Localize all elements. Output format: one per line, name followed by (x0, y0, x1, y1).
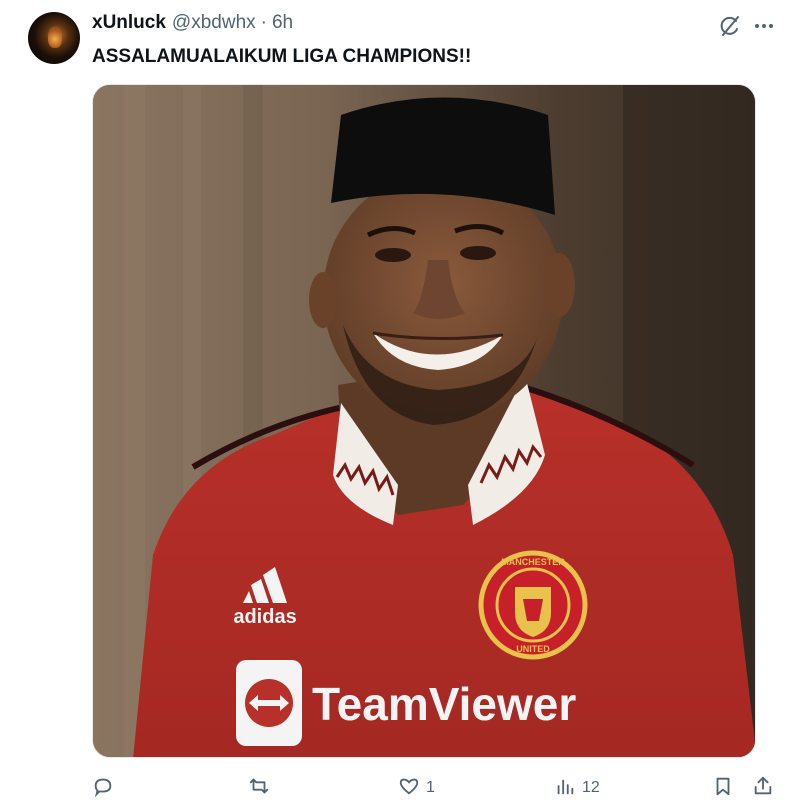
display-name[interactable]: xUnluck (92, 12, 166, 34)
reply-button[interactable] (92, 770, 120, 806)
avatar-flame (48, 26, 62, 48)
like-count: 1 (426, 779, 435, 796)
views-count: 12 (582, 779, 600, 796)
badge-top-text: MANCHESTER (501, 557, 565, 567)
heart-icon (398, 775, 420, 802)
retweet-button[interactable] (248, 770, 276, 806)
share-button[interactable] (752, 770, 774, 806)
tweet: xUnluck @xbdwhx · 6h ASSALAMUALAIKUM LIG… (0, 0, 800, 809)
separator-dot: · (260, 12, 267, 33)
reply-icon (92, 775, 114, 802)
grok-icon[interactable] (718, 14, 742, 38)
tweet-header: xUnluck @xbdwhx · 6h (92, 12, 293, 36)
timestamp[interactable]: 6h (272, 12, 293, 34)
like-button[interactable]: 1 (398, 770, 435, 806)
tweet-text: ASSALAMUALAIKUM LIGA CHAMPIONS!! (92, 46, 472, 67)
more-icon[interactable] (752, 14, 776, 38)
bookmark-button[interactable] (712, 770, 734, 806)
tweet-media-photo[interactable]: adidas MANCHESTER UNITED TeamViewer (92, 84, 756, 758)
bookmark-icon (712, 775, 734, 802)
jersey-sponsor-text: TeamViewer (312, 678, 576, 730)
retweet-icon (248, 775, 270, 802)
jersey-brand-text: adidas (233, 606, 296, 628)
views-button[interactable]: 12 (554, 770, 600, 806)
user-handle[interactable]: @xbdwhx (172, 12, 256, 34)
avatar[interactable] (28, 12, 80, 64)
views-icon (554, 775, 576, 802)
share-icon (752, 775, 774, 802)
badge-bottom-text: UNITED (516, 644, 550, 654)
tweet-actions: 1 12 (92, 770, 782, 806)
